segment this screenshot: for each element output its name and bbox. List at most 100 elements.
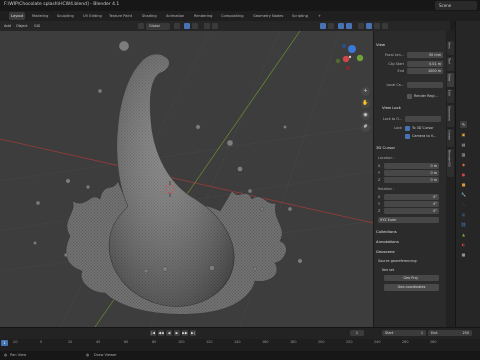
3d-cursor-header[interactable]: 3D Cursor xyxy=(376,144,395,151)
play-button[interactable]: ▶ xyxy=(174,330,180,336)
sidebar-tab-create[interactable]: Create xyxy=(447,129,454,147)
sidebar-tab-geoscene[interactable]: Geoscene xyxy=(447,105,454,127)
sidebar-tab-edit[interactable]: Edit xyxy=(447,89,454,103)
jump-keyframe-back-button[interactable]: ◀◀ xyxy=(158,330,164,336)
viewport-canvas xyxy=(0,31,373,327)
rendered-shading-icon[interactable] xyxy=(382,23,388,29)
rot-x-field[interactable]: 0° xyxy=(384,194,439,200)
loc-z-field[interactable]: 0 m xyxy=(384,177,439,183)
visibility-icon[interactable] xyxy=(320,23,326,29)
geo-coordinates-button[interactable]: Geo coordinates xyxy=(384,284,439,291)
start-frame-field[interactable]: Start 1 xyxy=(382,330,426,336)
physics-props-icon[interactable]: ◎ xyxy=(460,211,467,218)
transform-icon[interactable] xyxy=(138,23,144,29)
loc-x-field[interactable]: 0 m xyxy=(384,163,439,169)
falloff-icon[interactable] xyxy=(212,23,218,29)
data-props-icon[interactable]: ▲ xyxy=(460,231,467,238)
solid-shading-icon[interactable] xyxy=(366,23,372,29)
orientation-dropdown[interactable]: Global xyxy=(146,22,170,30)
menu-object[interactable]: Object xyxy=(16,22,28,30)
gizmo-toggle-icon[interactable] xyxy=(328,23,334,29)
constraint-props-icon[interactable]: ⛓ xyxy=(460,221,467,228)
tab-texture-paint[interactable]: Texture Paint xyxy=(107,12,134,20)
navigation-gizmo[interactable] xyxy=(335,43,364,71)
camera-view-icon[interactable]: ◉ xyxy=(361,111,370,120)
rot-z-field[interactable]: 0° xyxy=(384,208,439,214)
to-3d-cursor-checkbox[interactable] xyxy=(405,126,410,131)
sidebar-tab-blendergis[interactable]: BlenderGIS xyxy=(447,149,454,177)
crs-value[interactable]: Not set xyxy=(382,268,394,272)
texture-props-icon[interactable]: ▦ xyxy=(460,251,467,258)
current-frame-indicator[interactable]: 1 xyxy=(1,340,8,346)
rotation-mode-dropdown[interactable]: XYZ Euler xyxy=(378,217,439,223)
geoscene-header[interactable]: Geoscene xyxy=(376,248,395,255)
grid-perspective-icon[interactable]: # xyxy=(361,123,370,132)
add-workspace-button[interactable]: + xyxy=(316,12,323,20)
tab-uv-editing[interactable]: UV Editing xyxy=(81,12,104,20)
menu-add[interactable]: Add xyxy=(4,22,11,30)
wireframe-shading-icon[interactable] xyxy=(358,23,364,29)
tab-rendering[interactable]: Rendering xyxy=(192,12,214,20)
collections-panel-header[interactable]: Collections xyxy=(376,228,397,235)
rot-y-field[interactable]: 0° xyxy=(384,201,439,207)
jump-end-button[interactable]: ▶| xyxy=(190,330,196,336)
tab-animation[interactable]: Animation xyxy=(164,12,186,20)
scene-selector[interactable]: Scene xyxy=(435,1,477,10)
xray-icon[interactable] xyxy=(346,23,352,29)
sidebar-tab-item[interactable]: Item xyxy=(447,41,454,55)
snap-icon[interactable] xyxy=(184,23,190,29)
to-3d-cursor-label: To 3D Cursor xyxy=(412,126,434,130)
pan-view-hint: Pan View xyxy=(10,353,27,357)
current-frame-field[interactable]: 1 xyxy=(350,330,364,336)
tick-label: 60 xyxy=(124,340,129,344)
focal-length-field[interactable]: 50 mm xyxy=(407,52,443,58)
tab-layout[interactable]: Layout xyxy=(9,12,26,20)
overlay-icon[interactable] xyxy=(338,23,344,29)
annotations-panel-header[interactable]: Annotations xyxy=(376,238,399,245)
world-props-icon[interactable]: ● xyxy=(460,171,467,178)
tab-modeling[interactable]: Modeling xyxy=(30,12,50,20)
tab-shading[interactable]: Shading xyxy=(140,12,159,20)
jump-start-button[interactable]: |◀ xyxy=(150,330,156,336)
play-reverse-button[interactable]: ◀ xyxy=(166,330,172,336)
tab-scripting[interactable]: Scripting xyxy=(290,12,310,20)
tick-label: 220 xyxy=(346,340,353,344)
scene-props-icon[interactable]: ◆ xyxy=(460,161,467,168)
snap-target-icon[interactable] xyxy=(192,23,198,29)
particles-props-icon[interactable]: ∴ xyxy=(460,201,467,208)
pivot-icon[interactable] xyxy=(174,23,180,29)
tab-compositing[interactable]: Compositing xyxy=(219,12,246,20)
view-lock-header[interactable]: View Lock xyxy=(382,104,401,111)
3d-viewport[interactable]: + ✋ ◉ # xyxy=(0,31,373,327)
menu-gis[interactable]: GIS xyxy=(34,22,40,30)
local-camera-field[interactable] xyxy=(407,82,443,88)
lock-to-object-field[interactable] xyxy=(405,116,441,122)
jump-keyframe-forward-button[interactable]: ▶▶ xyxy=(182,330,188,336)
loc-y-field[interactable]: 0 m xyxy=(384,170,439,176)
view-layer-props-icon[interactable]: ▥ xyxy=(460,151,467,158)
render-region-checkbox[interactable] xyxy=(407,94,412,99)
clip-start-field[interactable]: 0.01 m xyxy=(407,61,443,67)
sidebar-tab-tool[interactable]: Tool xyxy=(447,57,454,71)
tick-label: 80 xyxy=(152,340,157,344)
tool-props-icon[interactable]: ✎ xyxy=(460,121,467,128)
material-shading-icon[interactable] xyxy=(374,23,380,29)
pan-hand-icon[interactable]: ✋ xyxy=(361,99,370,108)
modifier-props-icon[interactable]: 🔧 xyxy=(460,191,467,198)
tab-sculpting[interactable]: Sculpting xyxy=(55,12,76,20)
render-props-icon[interactable]: ▣ xyxy=(460,131,467,138)
proportional-edit-icon[interactable] xyxy=(204,23,210,29)
output-props-icon[interactable]: ▤ xyxy=(460,141,467,148)
clip-end-field[interactable]: 1000 m xyxy=(407,68,443,74)
geo-proj-toggle[interactable]: Geo Proj xyxy=(384,275,439,281)
view-panel-header[interactable]: View xyxy=(376,41,385,48)
zoom-icon[interactable]: + xyxy=(361,87,370,96)
timeline-ruler[interactable]: 1 -20 0 20 40 60 80 100 120 140 160 180 … xyxy=(0,339,480,351)
end-frame-field[interactable]: End 250 xyxy=(428,330,472,336)
sidebar-tab-view[interactable]: View xyxy=(447,73,454,87)
object-props-icon[interactable]: ■ xyxy=(460,181,467,188)
material-props-icon[interactable]: ◐ xyxy=(460,241,467,248)
clip-end-label: End xyxy=(397,69,404,73)
tab-geometry-nodes[interactable]: Geometry Nodes xyxy=(251,12,285,20)
camera-to-view-checkbox[interactable] xyxy=(405,134,410,139)
